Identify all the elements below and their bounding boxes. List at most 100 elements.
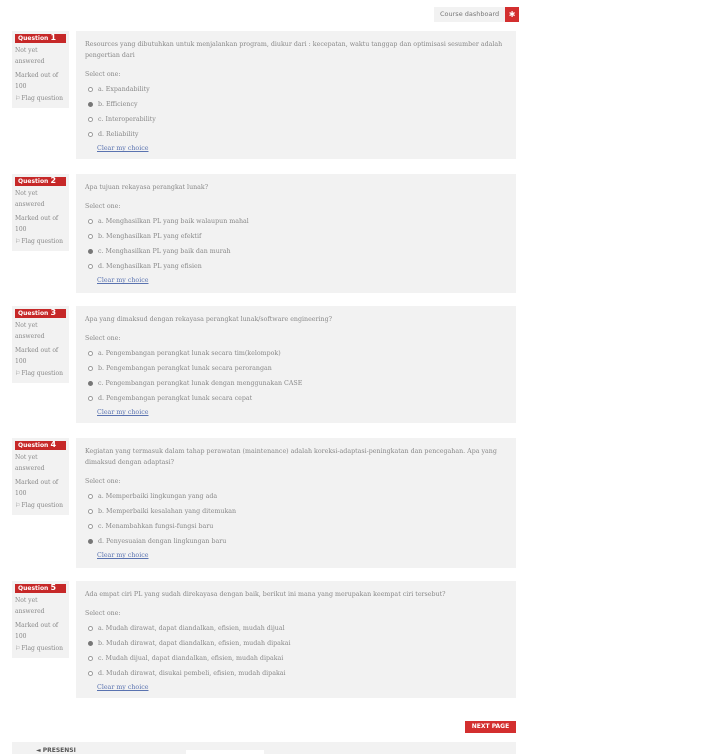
answer-option[interactable]: c. Interoperability [85,112,507,127]
answer-label: b. Menghasilkan PL yang efektif [98,233,202,240]
radio-button[interactable] [88,87,93,92]
clear-choice-link[interactable]: Clear my choice [97,145,149,152]
answer-option[interactable]: b. Efficiency [85,97,507,112]
answer-list: a. Memperbaiki lingkungan yang ada b. Mem… [85,489,507,549]
select-one-prompt: Select one: [85,478,121,485]
radio-button[interactable] [88,656,93,661]
flag-question-link[interactable]: ⚐Flag question [15,368,66,379]
footer: ◄ PRESENSI [12,742,516,754]
answer-option[interactable]: d. Pengembangan perangkat lunak secara c… [85,391,507,406]
question-status: Not yet answered [15,454,45,472]
radio-button[interactable] [88,396,93,401]
question-content: Ada empat ciri PL yang sudah direkayasa … [76,581,516,698]
question-label: Question [18,442,49,449]
flag-question-label: Flag question [21,502,63,509]
flag-question-link[interactable]: ⚐Flag question [15,93,66,104]
answer-label: c. Menambahkan fungsi-fungsi baru [98,523,214,530]
flag-question-label: Flag question [21,645,63,652]
radio-button[interactable] [88,539,93,544]
question-status: Not yet answered [15,597,45,615]
radio-button[interactable] [88,132,93,137]
radio-button[interactable] [88,102,93,107]
answer-option[interactable]: b. Mudah dirawat, dapat diandalkan, efis… [85,636,507,651]
question-content: Apa tujuan rekayasa perangkat lunak? Sele… [76,174,516,293]
select-one-prompt: Select one: [85,71,121,78]
question-block: Question 1 Not yet answered Marked out of … [12,31,516,159]
question-number-badge: Question 3 [15,309,66,318]
question-label: Question [18,310,49,317]
answer-option[interactable]: c. Menghasilkan PL yang baik dan murah [85,244,507,259]
question-text: Ada empat ciri PL yang sudah direkayasa … [85,591,446,598]
question-number: 4 [50,440,57,449]
answer-label: b. Memperbaiki kesalahan yang ditemukan [98,508,237,515]
question-content: Kegiatan yang termasuk dalam tahap peraw… [76,438,516,568]
answer-label: d. Pengembangan perangkat lunak secara c… [98,395,253,402]
select-one-prompt: Select one: [85,203,121,210]
flag-question-link[interactable]: ⚐Flag question [15,500,66,511]
radio-button[interactable] [88,249,93,254]
radio-button[interactable] [88,641,93,646]
answer-option[interactable]: c. Mudah dijual, dapat diandalkan, efisi… [85,651,507,666]
answer-option[interactable]: a. Mudah dirawat, dapat diandalkan, efis… [85,621,507,636]
answer-option[interactable]: d. Reliability [85,127,507,142]
question-number: 3 [50,308,57,317]
answer-label: b. Mudah dirawat, dapat diandalkan, efis… [98,640,291,647]
radio-button[interactable] [88,626,93,631]
answer-label: d. Penyesuaian dengan lingkungan baru [98,538,227,545]
answer-list: a. Pengembangan perangkat lunak secara t… [85,346,507,406]
answer-option[interactable]: a. Pengembangan perangkat lunak secara t… [85,346,507,361]
flag-question-link[interactable]: ⚐Flag question [15,236,66,247]
answer-option[interactable]: b. Menghasilkan PL yang efektif [85,229,507,244]
answer-option[interactable]: c. Pengembangan perangkat lunak dengan m… [85,376,507,391]
question-info: Question 5 Not yet answered Marked out of … [12,581,69,658]
answer-label: c. Menghasilkan PL yang baik dan murah [98,248,231,255]
flag-question-link[interactable]: ⚐Flag question [15,643,66,654]
answer-option[interactable]: a. Memperbaiki lingkungan yang ada [85,489,507,504]
question-number: 5 [50,583,57,592]
question-number-badge: Question 5 [15,584,66,593]
radio-button[interactable] [88,509,93,514]
question-text: Apa tujuan rekayasa perangkat lunak? [85,184,209,191]
clear-choice-link[interactable]: Clear my choice [97,277,149,284]
question-number: 2 [50,176,57,185]
question-number: 1 [50,33,57,42]
radio-button[interactable] [88,381,93,386]
answer-option[interactable]: c. Menambahkan fungsi-fungsi baru [85,519,507,534]
radio-button[interactable] [88,671,93,676]
flag-icon: ⚐ [15,502,21,509]
radio-button[interactable] [88,219,93,224]
radio-button[interactable] [88,524,93,529]
clear-choice-link[interactable]: Clear my choice [97,552,149,559]
clear-choice-link[interactable]: Clear my choice [97,409,149,416]
question-content: Apa yang dimaksud dengan rekayasa perang… [76,306,516,423]
flag-icon: ⚐ [15,95,21,102]
radio-button[interactable] [88,494,93,499]
previous-activity-link[interactable]: ◄ PRESENSI [36,747,76,754]
answer-list: a. Menghasilkan PL yang baik walaupun ma… [85,214,507,274]
course-dashboard-button[interactable]: Course dashboard [434,7,506,22]
question-text: Resources yang dibutuhkan untuk menjalan… [85,41,503,59]
radio-button[interactable] [88,117,93,122]
question-text: Kegiatan yang termasuk dalam tahap peraw… [85,448,497,466]
answer-option[interactable]: a. Menghasilkan PL yang baik walaupun ma… [85,214,507,229]
gear-icon[interactable]: ✱ [505,7,520,22]
radio-button[interactable] [88,234,93,239]
answer-option[interactable]: d. Penyesuaian dengan lingkungan baru [85,534,507,549]
question-status: Not yet answered [15,322,45,340]
radio-button[interactable] [88,351,93,356]
answer-option[interactable]: b. Pengembangan perangkat lunak secara p… [85,361,507,376]
clear-choice-link[interactable]: Clear my choice [97,684,149,691]
radio-button[interactable] [88,366,93,371]
answer-label: a. Mudah dirawat, dapat diandalkan, efis… [98,625,285,632]
answer-label: d. Mudah dirawat, disukai pembeli, efisi… [98,670,286,677]
footer-tab [186,750,264,754]
question-status: Not yet answered [15,190,45,208]
answer-option[interactable]: a. Expandability [85,82,507,97]
next-page-button[interactable]: NEXT PAGE [465,721,516,733]
answer-option[interactable]: d. Menghasilkan PL yang efisien [85,259,507,274]
answer-option[interactable]: b. Memperbaiki kesalahan yang ditemukan [85,504,507,519]
answer-option[interactable]: d. Mudah dirawat, disukai pembeli, efisi… [85,666,507,681]
question-number-badge: Question 1 [15,34,66,43]
radio-button[interactable] [88,264,93,269]
question-label: Question [18,178,49,185]
